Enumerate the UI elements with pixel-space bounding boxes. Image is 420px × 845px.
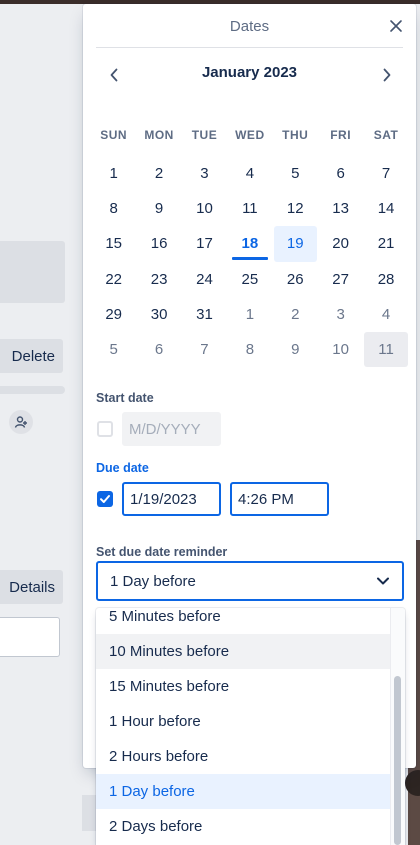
calendar-day[interactable]: 2	[136, 156, 181, 191]
calendar-day[interactable]: 5	[273, 156, 318, 191]
calendar-day-next-month[interactable]: 3	[318, 297, 363, 332]
calendar-day[interactable]: 23	[136, 262, 181, 297]
calendar-day[interactable]: 10	[182, 191, 227, 226]
calendar-day[interactable]: 1	[91, 156, 136, 191]
weekday-sat: SAT	[373, 128, 399, 142]
calendar-day[interactable]: 16	[136, 226, 181, 261]
start-date-checkbox[interactable]	[97, 421, 113, 437]
menu-option[interactable]: 2 Days before	[96, 809, 390, 844]
calendar-day[interactable]: 13	[318, 191, 363, 226]
start-date-label: Start date	[96, 391, 154, 405]
background-edge-piece	[82, 795, 96, 831]
close-icon[interactable]	[384, 14, 408, 38]
calendar-day[interactable]: 6	[318, 156, 363, 191]
weekday-mon: MON	[144, 128, 174, 142]
delete-button-label: Delete	[11, 347, 55, 365]
calendar-day-selected[interactable]: 19	[273, 226, 317, 262]
checkmark-icon	[100, 495, 110, 503]
calendar-day[interactable]: 31	[182, 297, 227, 332]
start-date-field[interactable]: M/D/YYYY	[122, 412, 221, 446]
calendar-day[interactable]: 3	[182, 156, 227, 191]
calendar-day-next-month[interactable]: 7	[182, 332, 227, 367]
weekday-fri: FRI	[330, 128, 352, 142]
header-divider	[96, 47, 403, 48]
calendar-day-next-month[interactable]: 11	[364, 331, 408, 368]
person-plus-icon[interactable]	[9, 410, 33, 434]
calendar-day-next-month[interactable]: 6	[136, 332, 181, 367]
weekday-wed: WED	[235, 128, 265, 142]
popover-header: Dates	[83, 4, 416, 48]
calendar-day[interactable]: 30	[136, 297, 181, 332]
calendar-day-today[interactable]: 18	[227, 226, 272, 261]
background-progress-bar	[0, 386, 65, 394]
chevron-down-icon	[376, 574, 390, 592]
weekday-tue: TUE	[191, 128, 218, 142]
due-date-value: 1/19/2023	[130, 490, 197, 508]
calendar-day[interactable]: 4	[227, 156, 272, 191]
details-button[interactable]: Details	[0, 570, 63, 604]
calendar-day[interactable]: 26	[273, 262, 318, 297]
reminder-select[interactable]: 1 Day before	[96, 561, 404, 601]
calendar-day[interactable]: 12	[273, 191, 318, 226]
weekday-thu: THU	[282, 128, 309, 142]
calendar-day[interactable]: 8	[91, 191, 136, 226]
calendar-day-next-month[interactable]: 8	[227, 332, 272, 367]
menu-option[interactable]: 2 Hours before	[96, 739, 390, 774]
calendar-day[interactable]: 15	[91, 226, 136, 261]
calendar-day[interactable]: 20	[318, 226, 363, 261]
calendar-day-next-month[interactable]: 5	[91, 332, 136, 367]
calendar-day-next-month[interactable]: 1	[227, 297, 272, 332]
background-panel	[0, 241, 65, 303]
calendar-day-next-month[interactable]: 9	[273, 332, 318, 367]
menu-option[interactable]: 5 Minutes before	[96, 608, 390, 634]
menu-option-selected[interactable]: 1 Day before	[96, 774, 390, 809]
calendar-day[interactable]: 22	[91, 262, 136, 297]
calendar-day[interactable]: 27	[318, 262, 363, 297]
due-date-field[interactable]: 1/19/2023	[122, 482, 221, 516]
calendar-day-next-month[interactable]: 4	[363, 297, 408, 332]
menu-option[interactable]: 15 Minutes before	[96, 669, 390, 704]
calendar-day-next-month[interactable]: 2	[273, 297, 318, 332]
reminder-options-menu: 5 Minutes before 10 Minutes before 15 Mi…	[96, 608, 405, 845]
calendar-day[interactable]: 14	[363, 191, 408, 226]
due-date-label: Due date	[96, 461, 149, 475]
due-date-checkbox[interactable]	[97, 491, 113, 507]
menu-option[interactable]: 1 Hour before	[96, 704, 390, 739]
calendar-day[interactable]: 24	[182, 262, 227, 297]
chevron-right-icon[interactable]	[376, 62, 398, 88]
menu-scrollbar-thumb[interactable]	[394, 676, 401, 845]
calendar-day[interactable]: 17	[182, 226, 227, 261]
start-date-placeholder: M/D/YYYY	[129, 420, 201, 438]
month-label: January 2023	[201, 64, 298, 81]
calendar-day[interactable]: 7	[363, 156, 408, 191]
background-text-field[interactable]	[0, 617, 60, 657]
calendar-day[interactable]: 9	[136, 191, 181, 226]
due-time-field[interactable]: 4:26 PM	[230, 482, 329, 516]
calendar-day[interactable]: 21	[363, 226, 408, 261]
weekday-sun: SUN	[100, 128, 128, 142]
details-button-label: Details	[9, 578, 55, 596]
calendar-day[interactable]: 11	[227, 191, 272, 226]
due-time-value: 4:26 PM	[238, 490, 294, 508]
calendar-day[interactable]: 29	[91, 297, 136, 332]
calendar-day[interactable]: 28	[363, 262, 408, 297]
reminder-selected-value: 1 Day before	[110, 572, 196, 590]
calendar-day-next-month[interactable]: 10	[318, 332, 363, 367]
delete-button[interactable]: Delete	[0, 339, 63, 373]
calendar-grid: 1 2 3 4 5 6 7 8 9 10 11 12 13 14 15 16 1…	[91, 156, 409, 368]
reminder-label: Set due date reminder	[96, 545, 228, 559]
weekday-header: SUN MON TUE WED THU FRI SAT	[91, 128, 409, 144]
popover-title: Dates	[229, 17, 270, 35]
calendar-day[interactable]: 25	[227, 262, 272, 297]
menu-option-hovered[interactable]: 10 Minutes before	[96, 634, 390, 669]
